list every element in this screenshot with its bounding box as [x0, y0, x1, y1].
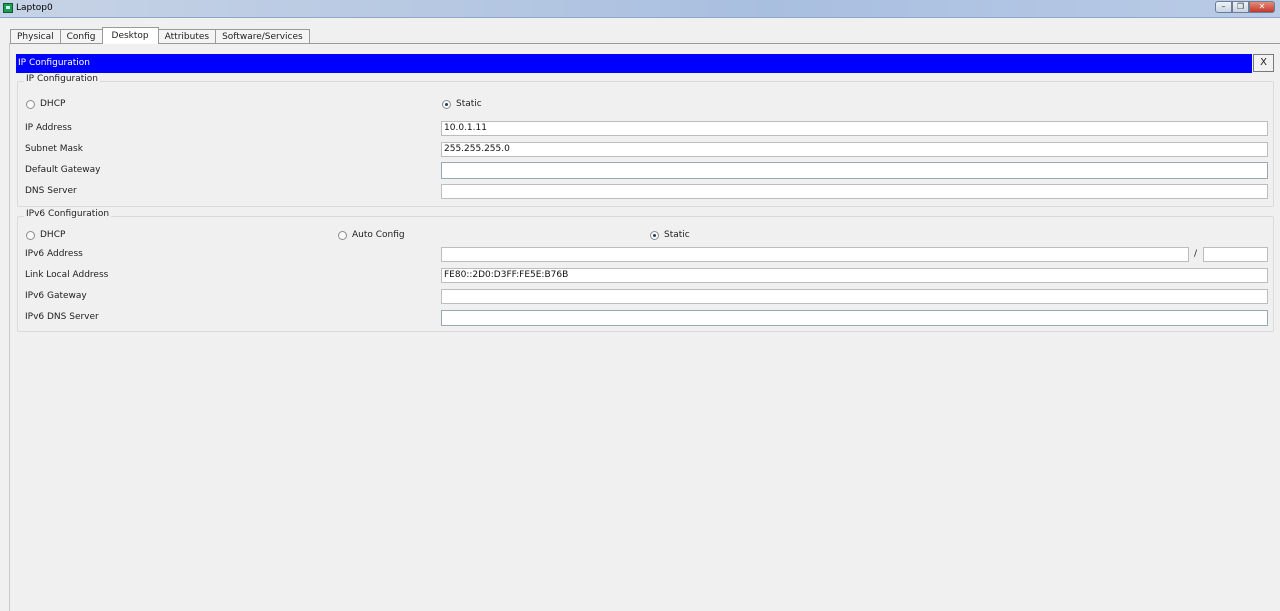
- laptop-app-icon: [3, 3, 13, 13]
- link-local-address-field[interactable]: FE80::2D0:D3FF:FE5E:B76B: [441, 268, 1268, 283]
- tab-software-services[interactable]: Software/Services: [215, 29, 310, 44]
- ipv6-gateway-label: IPv6 Gateway: [25, 291, 87, 301]
- ipv4-static-radio[interactable]: [442, 100, 451, 109]
- ipv4-static-label: Static: [456, 99, 482, 109]
- prefix-separator: /: [1194, 249, 1198, 259]
- ipv4-group-title: IP Configuration: [24, 74, 100, 84]
- device-tabs: Physical Config Desktop Attributes Softw…: [10, 27, 310, 44]
- link-local-address-label: Link Local Address: [25, 270, 109, 280]
- ipv6-auto-config-label: Auto Config: [352, 230, 405, 240]
- tab-physical[interactable]: Physical: [10, 29, 61, 44]
- ipv6-gateway-field[interactable]: [441, 289, 1268, 304]
- restore-button[interactable]: ❐: [1232, 1, 1249, 13]
- subnet-mask-label: Subnet Mask: [25, 144, 83, 154]
- ipv6-dhcp-label: DHCP: [40, 230, 66, 240]
- ipv4-dhcp-label: DHCP: [40, 99, 66, 109]
- window-close-button[interactable]: ✕: [1249, 1, 1275, 13]
- tab-config[interactable]: Config: [59, 29, 103, 44]
- window-title-bar: Laptop0 – ❐ ✕: [0, 0, 1280, 18]
- ipv6-group-title: IPv6 Configuration: [24, 209, 112, 219]
- ip-address-field[interactable]: 10.0.1.11: [441, 121, 1268, 136]
- tab-attributes[interactable]: Attributes: [157, 29, 217, 44]
- ip-configuration-header: IP Configuration: [16, 54, 1252, 73]
- ip-address-label: IP Address: [25, 123, 72, 133]
- minimize-button[interactable]: –: [1215, 1, 1232, 13]
- dns-server-label: DNS Server: [25, 186, 77, 196]
- ipv6-address-field[interactable]: [441, 247, 1189, 262]
- default-gateway-label: Default Gateway: [25, 165, 101, 175]
- ipv6-prefix-length-field[interactable]: [1203, 247, 1268, 262]
- ipv6-static-label: Static: [664, 230, 690, 240]
- dns-server-field[interactable]: [441, 184, 1268, 199]
- default-gateway-field[interactable]: [441, 162, 1268, 179]
- ipv6-dns-server-field[interactable]: [441, 310, 1268, 326]
- window-controls: – ❐ ✕: [1215, 1, 1275, 13]
- ipv6-address-label: IPv6 Address: [25, 249, 83, 259]
- ipv6-dns-server-label: IPv6 DNS Server: [25, 312, 99, 322]
- close-panel-button[interactable]: X: [1253, 54, 1274, 72]
- tab-desktop[interactable]: Desktop: [101, 27, 159, 44]
- ipv6-dhcp-radio[interactable]: [26, 231, 35, 240]
- ipv4-dhcp-radio[interactable]: [26, 100, 35, 109]
- ipv6-auto-config-radio[interactable]: [338, 231, 347, 240]
- ipv6-static-radio[interactable]: [650, 231, 659, 240]
- subnet-mask-field[interactable]: 255.255.255.0: [441, 142, 1268, 157]
- window-title: Laptop0: [16, 3, 53, 13]
